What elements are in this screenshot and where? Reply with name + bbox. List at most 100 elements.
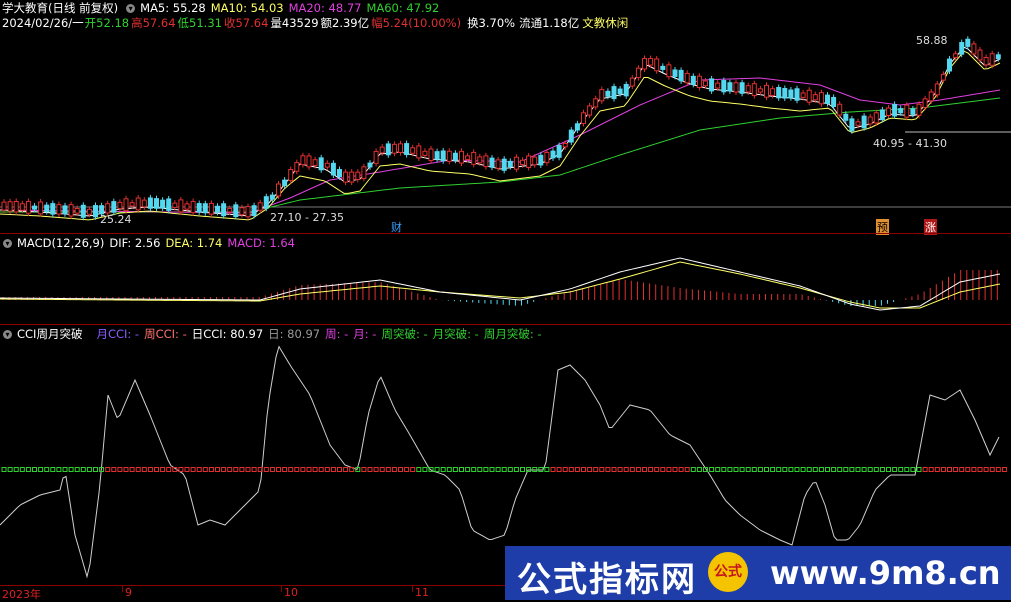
candle — [635, 67, 641, 79]
candle — [843, 113, 849, 121]
break-marker — [300, 467, 306, 472]
break-marker — [574, 467, 580, 472]
break-marker — [202, 467, 208, 472]
candle — [922, 98, 928, 108]
break-marker — [843, 467, 849, 472]
break-marker — [837, 467, 843, 472]
break-marker — [147, 467, 153, 472]
break-marker — [764, 467, 769, 472]
break-marker — [233, 467, 239, 472]
break-marker — [581, 467, 586, 472]
candle — [574, 123, 580, 131]
candle — [306, 155, 312, 168]
macd-chart[interactable] — [0, 234, 1011, 324]
break-marker — [306, 467, 312, 472]
break-marker — [276, 467, 281, 472]
candle — [495, 159, 501, 169]
candle — [80, 204, 86, 218]
candle — [751, 83, 757, 97]
break-marker — [62, 467, 68, 472]
break-marker — [544, 467, 550, 472]
break-marker — [739, 467, 745, 472]
candle — [428, 148, 434, 162]
candle — [568, 129, 574, 143]
candle — [818, 92, 824, 105]
candle — [208, 202, 214, 215]
candle — [684, 72, 690, 84]
break-marker — [13, 467, 19, 472]
candle — [800, 92, 806, 98]
break-marker — [489, 467, 495, 472]
break-marker — [617, 467, 623, 472]
break-marker — [288, 467, 294, 472]
candle — [617, 88, 623, 95]
candle — [434, 151, 440, 160]
break-marker — [947, 467, 952, 472]
candle — [19, 203, 25, 211]
macd-panel[interactable]: ▾ MACD(12,26,9) DIF: 2.56 DEA: 1.74 MACD: 1.… — [0, 234, 1011, 324]
break-marker — [105, 467, 111, 472]
break-marker — [459, 467, 464, 472]
break-marker — [904, 467, 910, 472]
candle — [507, 160, 513, 168]
break-marker — [282, 467, 288, 472]
candle — [452, 152, 458, 161]
candle — [989, 53, 995, 66]
candle — [660, 65, 666, 70]
candle — [898, 108, 904, 114]
candle — [526, 155, 532, 168]
candle — [221, 203, 227, 217]
watermark-logo: 公式 — [708, 552, 748, 592]
candle — [330, 162, 336, 176]
ma60-line — [0, 97, 1001, 213]
break-marker — [56, 467, 62, 472]
break-marker — [25, 467, 31, 472]
candle — [696, 75, 702, 89]
break-marker — [68, 467, 74, 472]
candle — [62, 205, 68, 215]
break-marker — [184, 467, 190, 472]
candle — [105, 203, 111, 214]
candle — [93, 205, 98, 218]
watermark-text: 公式指标网 — [517, 560, 697, 600]
candle — [892, 103, 898, 117]
break-marker — [642, 467, 647, 472]
candle — [861, 115, 867, 129]
break-marker — [80, 467, 86, 472]
break-marker — [312, 467, 318, 472]
break-marker — [129, 467, 135, 472]
candle — [233, 204, 239, 218]
break-marker — [959, 467, 965, 472]
break-marker — [757, 467, 763, 472]
candle — [806, 89, 812, 103]
break-marker — [373, 467, 379, 472]
candle — [111, 201, 117, 213]
price-panel[interactable]: 学大教育(日线 前复权) ▾ MA5: 55.28 MA10: 54.03 MA20: … — [0, 0, 1011, 235]
break-marker — [605, 467, 611, 472]
candle — [1, 201, 7, 211]
candle — [757, 88, 763, 93]
candle — [440, 150, 446, 162]
price-chart[interactable] — [0, 0, 1011, 233]
candle — [855, 121, 861, 126]
candle — [532, 156, 538, 166]
candle — [416, 145, 422, 159]
break-marker — [812, 467, 818, 472]
break-marker — [324, 467, 330, 472]
candle — [556, 145, 562, 158]
candle — [361, 166, 367, 179]
break-marker — [849, 467, 855, 472]
candle — [971, 43, 977, 55]
candle — [959, 42, 965, 55]
break-marker — [367, 467, 373, 472]
candle — [770, 88, 776, 96]
break-marker — [196, 467, 202, 472]
candle — [312, 159, 318, 166]
candle — [879, 109, 885, 121]
break-marker — [654, 467, 660, 472]
break-marker — [154, 467, 159, 472]
candle — [581, 112, 586, 124]
candle — [562, 143, 568, 148]
break-marker — [416, 467, 422, 472]
candle — [465, 155, 471, 160]
